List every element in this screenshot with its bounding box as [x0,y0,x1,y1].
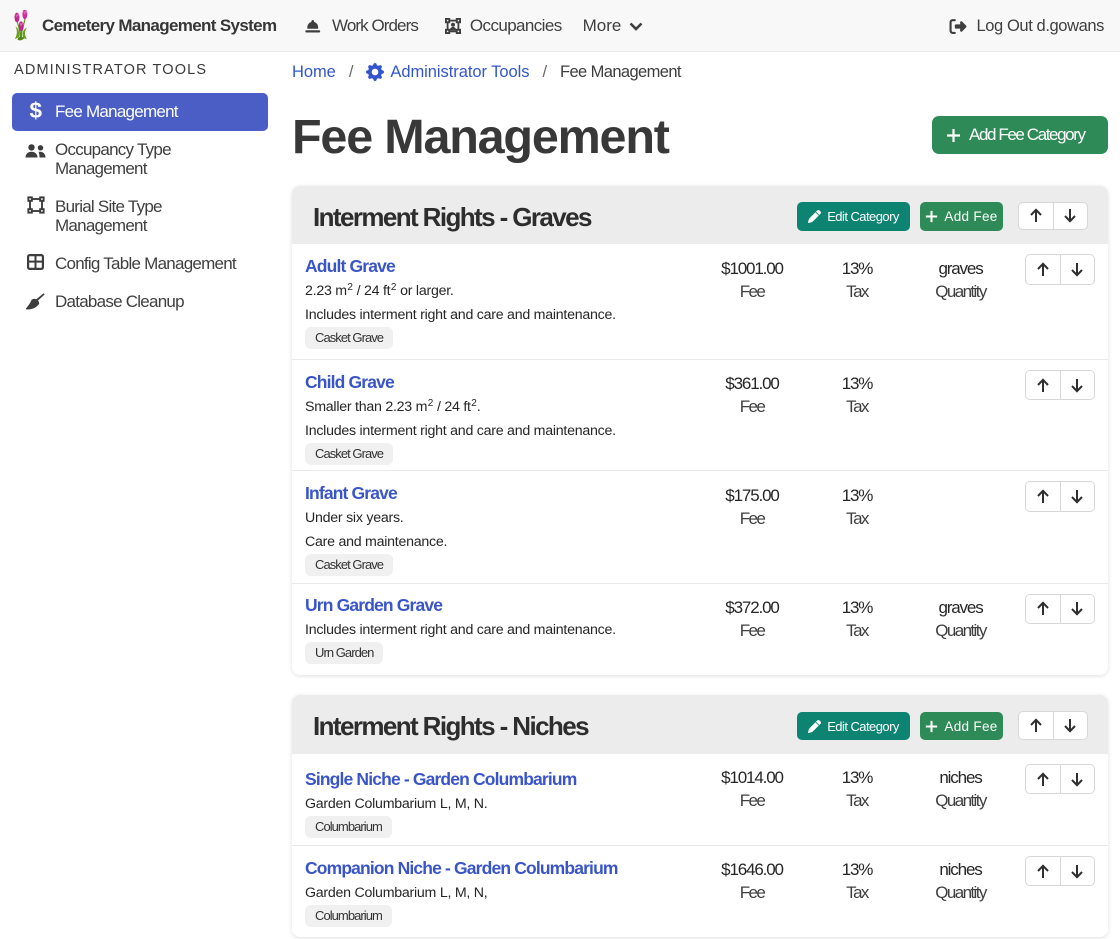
svg-text:$: $ [30,101,42,122]
